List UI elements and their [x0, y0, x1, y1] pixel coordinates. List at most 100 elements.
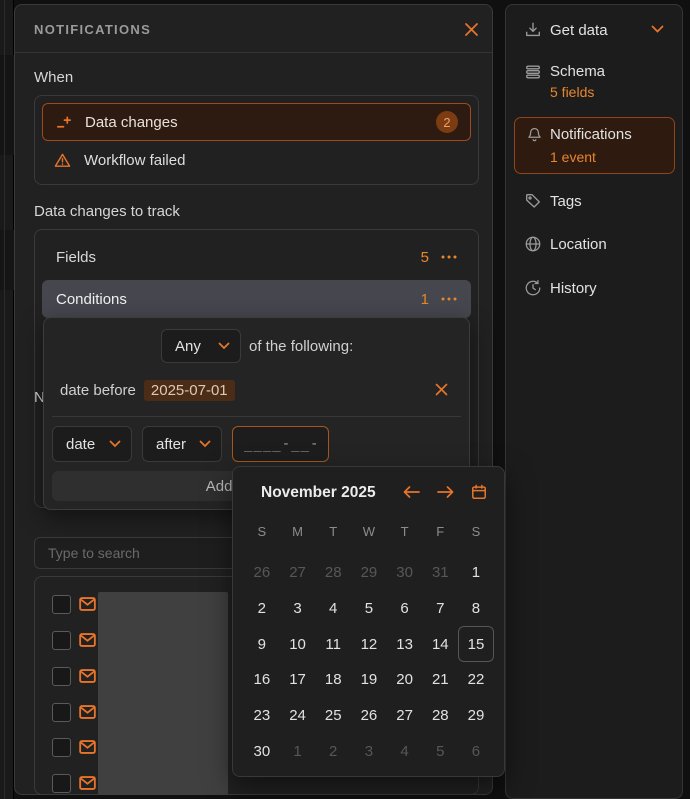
left-rail [0, 0, 14, 799]
weekday-label: S [458, 523, 494, 539]
calendar-day[interactable]: 3 [280, 591, 316, 627]
calendar-day[interactable]: 28 [315, 555, 351, 591]
row-label: Fields [56, 249, 96, 266]
option-label: Workflow failed [84, 152, 185, 169]
calendar-day[interactable]: 23 [244, 698, 280, 734]
calendar-day[interactable]: 24 [280, 698, 316, 734]
calendar-day[interactable]: 12 [351, 626, 387, 662]
more-options-icon[interactable] [441, 297, 457, 301]
left-rail-segment [0, 55, 14, 155]
fields-count: 5 [421, 249, 429, 266]
sidebar: Get data Schema 5 fields Notifications 1… [505, 4, 683, 799]
calendar-day[interactable]: 14 [422, 626, 458, 662]
calendar-nav [401, 482, 489, 502]
schema-icon [524, 63, 542, 81]
checkbox[interactable] [52, 738, 71, 757]
calendar-day[interactable]: 4 [315, 591, 351, 627]
calendar-day[interactable]: 18 [315, 662, 351, 698]
calendar-day[interactable]: 15 [458, 626, 494, 662]
calendar-day[interactable]: 2 [315, 733, 351, 769]
download-icon [524, 21, 542, 39]
checkbox[interactable] [52, 595, 71, 614]
calendar-day[interactable]: 7 [422, 591, 458, 627]
calendar-day[interactable]: 6 [458, 733, 494, 769]
calendar-day[interactable]: 27 [280, 555, 316, 591]
checkbox[interactable] [52, 703, 71, 722]
calendar-day[interactable]: 10 [280, 626, 316, 662]
remove-condition-icon[interactable] [432, 380, 450, 398]
calendar-day[interactable]: 29 [351, 555, 387, 591]
chevron-down-icon [109, 440, 121, 448]
bell-icon [526, 126, 543, 143]
calendar-day[interactable]: 19 [351, 662, 387, 698]
calendar-grid: 2627282930311234567891011121314151617181… [244, 555, 494, 769]
select-value: date [66, 436, 95, 453]
more-options-icon[interactable] [441, 255, 457, 259]
calendar-day[interactable]: 13 [387, 626, 423, 662]
calendar-day[interactable]: 25 [315, 698, 351, 734]
calendar-day[interactable]: 9 [244, 626, 280, 662]
calendar-day[interactable]: 2 [244, 591, 280, 627]
email-icon [79, 740, 96, 754]
when-options-box: Data changes 2 Workflow failed [34, 95, 479, 185]
option-label: Data changes [85, 114, 178, 131]
calendar-day[interactable]: 6 [387, 591, 423, 627]
calendar-day[interactable]: 28 [422, 698, 458, 734]
calendar-day[interactable]: 1 [280, 733, 316, 769]
date-input-wrap [232, 426, 329, 462]
calendar-day[interactable]: 17 [280, 662, 316, 698]
calendar-day[interactable]: 29 [458, 698, 494, 734]
select-value: Any [175, 338, 201, 355]
next-month-icon[interactable] [435, 482, 455, 502]
conditions-row[interactable]: Conditions 1 [42, 280, 471, 318]
option-data-changes[interactable]: Data changes 2 [42, 103, 471, 141]
calendar-day[interactable]: 26 [244, 555, 280, 591]
calendar-day[interactable]: 20 [387, 662, 423, 698]
chevron-down-icon [218, 342, 230, 350]
calendar-day[interactable]: 26 [351, 698, 387, 734]
weekday-label: T [315, 523, 351, 539]
operator-select[interactable]: after [142, 426, 222, 462]
weekday-label: S [244, 523, 280, 539]
option-workflow-failed[interactable]: Workflow failed [42, 141, 471, 179]
checkbox[interactable] [52, 631, 71, 650]
field-select[interactable]: date [52, 426, 132, 462]
condition-value-chip: 2025-07-01 [144, 380, 235, 401]
calendar-day[interactable]: 21 [422, 662, 458, 698]
calendar-day[interactable]: 22 [458, 662, 494, 698]
calendar-day[interactable]: 30 [244, 733, 280, 769]
when-label: When [34, 69, 73, 86]
calendar-day[interactable]: 1 [458, 555, 494, 591]
close-icon[interactable] [458, 16, 484, 42]
email-icon [79, 776, 96, 790]
calendar-day[interactable]: 16 [244, 662, 280, 698]
count-badge: 2 [436, 111, 458, 133]
match-mode-select[interactable]: Any [161, 329, 241, 363]
match-mode-suffix: of the following: [249, 329, 353, 363]
prev-month-icon[interactable] [401, 482, 421, 502]
panel-header: NOTIFICATIONS [15, 5, 492, 53]
calendar-day[interactable]: 31 [422, 555, 458, 591]
checkbox[interactable] [52, 667, 71, 686]
warning-icon [54, 152, 71, 169]
date-input[interactable] [233, 427, 328, 461]
calendar-day[interactable]: 3 [351, 733, 387, 769]
tag-icon [524, 192, 542, 210]
sidebar-item-label: Get data [550, 22, 608, 39]
calendar-day[interactable]: 30 [387, 555, 423, 591]
checkbox[interactable] [52, 774, 71, 793]
calendar-day[interactable]: 8 [458, 591, 494, 627]
calendar-day[interactable]: 4 [387, 733, 423, 769]
fields-row[interactable]: Fields 5 [42, 238, 471, 276]
panel-title: NOTIFICATIONS [34, 22, 151, 37]
calendar-day[interactable]: 11 [315, 626, 351, 662]
calendar-day[interactable]: 5 [422, 733, 458, 769]
sidebar-item-sub: 5 fields [550, 84, 594, 100]
calendar-day[interactable]: 5 [351, 591, 387, 627]
calendar-icon[interactable] [469, 482, 489, 502]
divider [52, 416, 461, 417]
chevron-down-icon[interactable] [651, 25, 664, 33]
calendar-day[interactable]: 27 [387, 698, 423, 734]
globe-icon [524, 235, 542, 253]
email-icon [79, 705, 96, 719]
